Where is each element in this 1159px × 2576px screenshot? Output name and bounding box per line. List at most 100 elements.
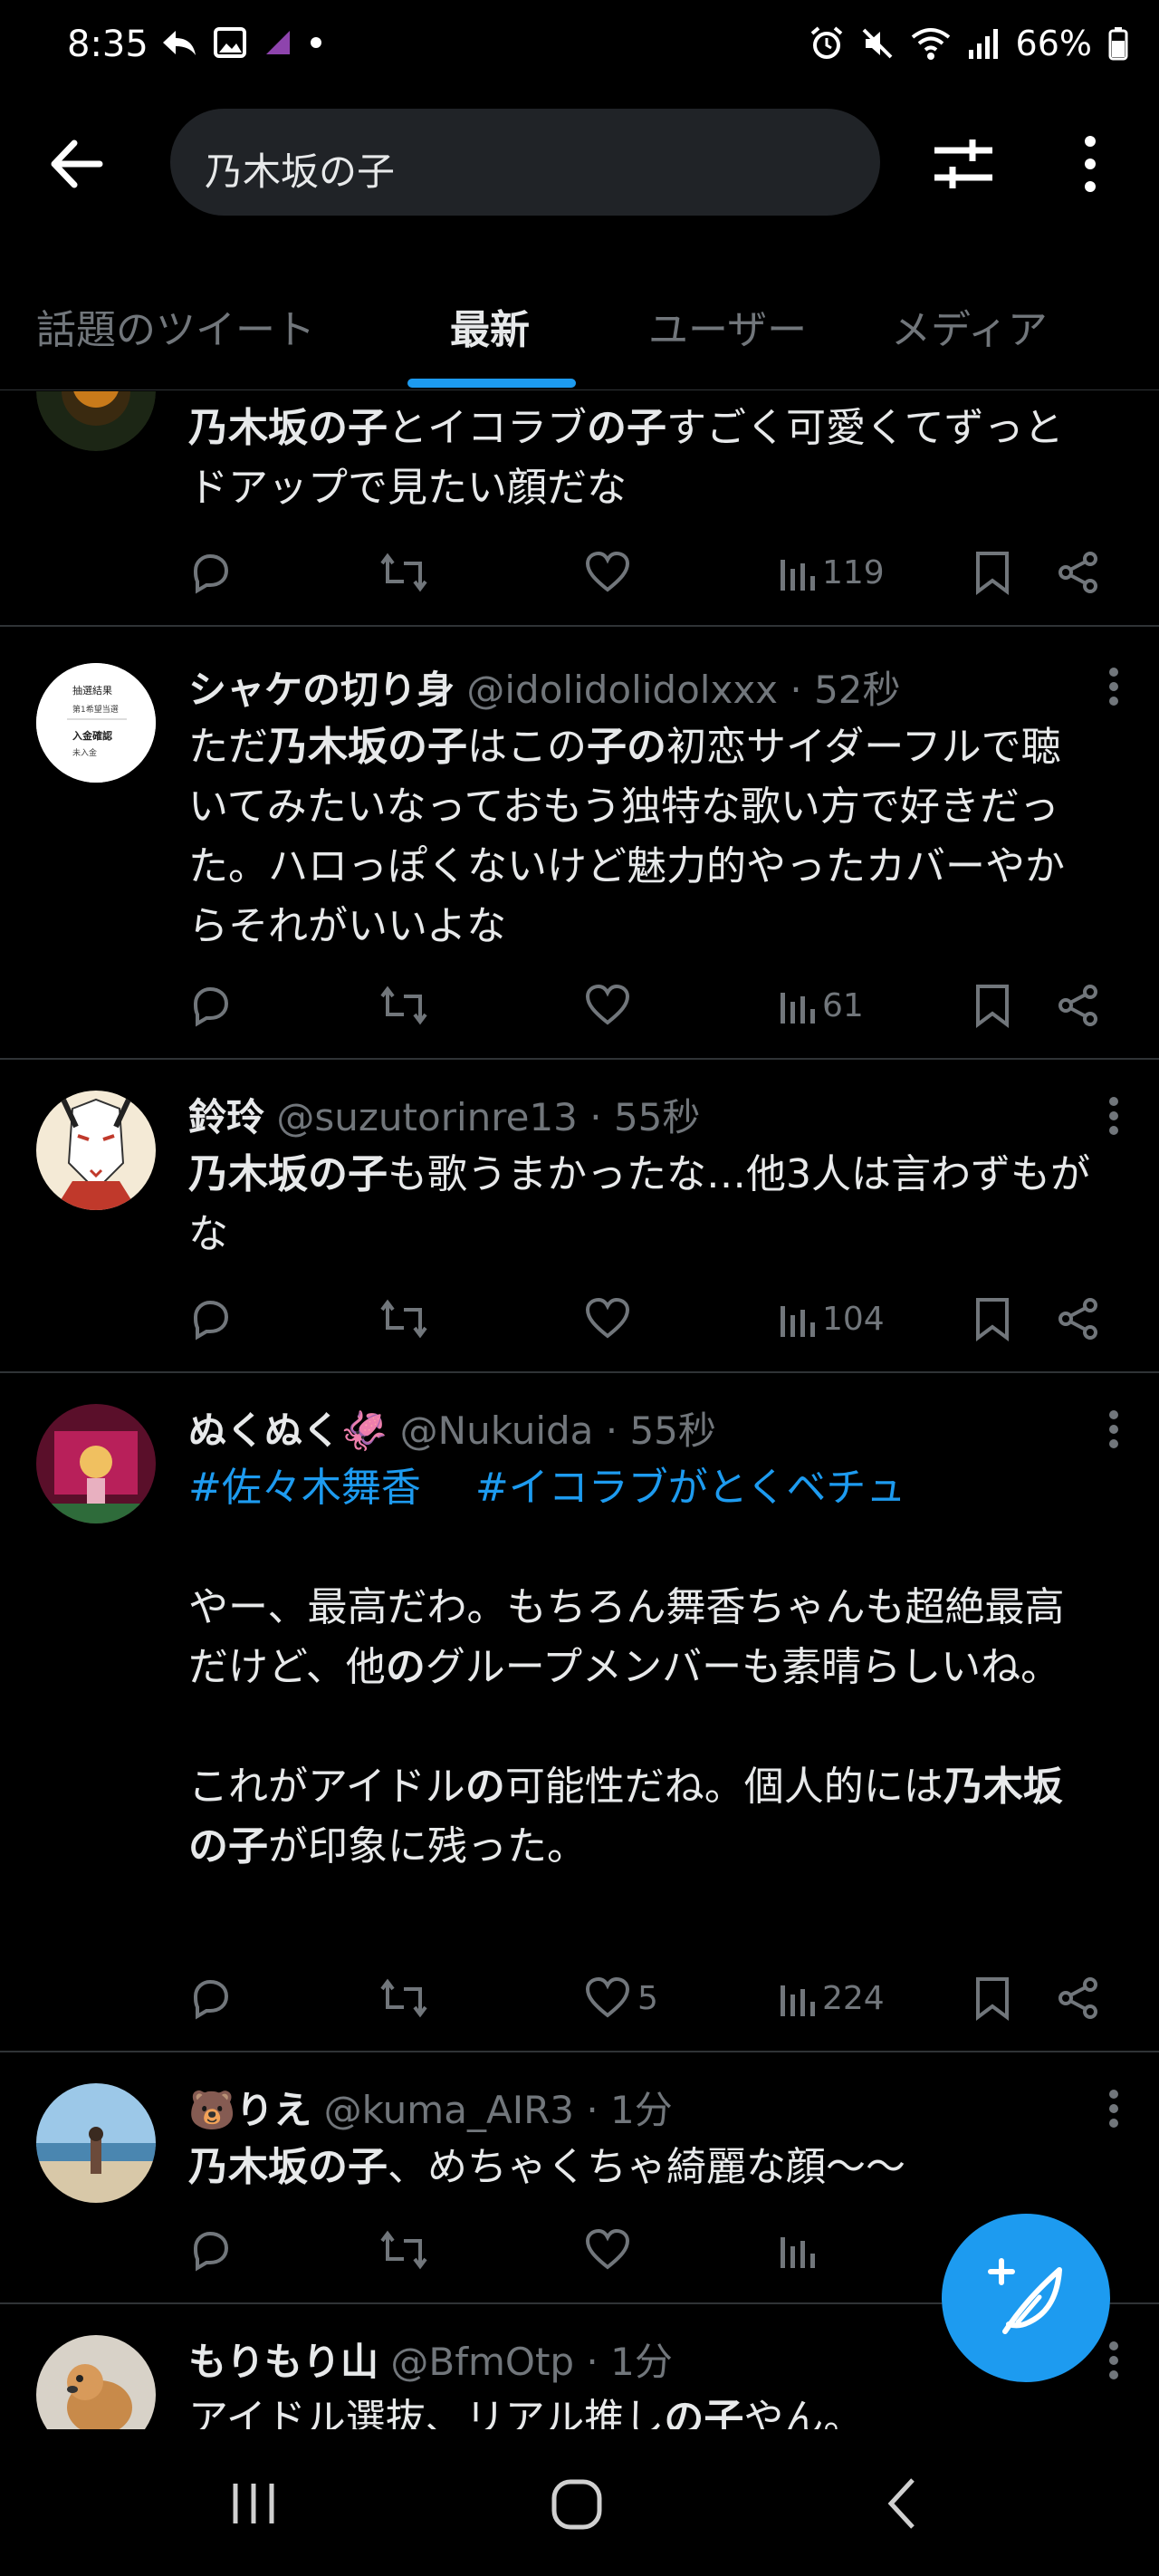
tweet[interactable]: ぬくぬく🦑 @Nukuida · 55秒 #佐々木舞香 #イコラブがとくベチュ や… bbox=[0, 1373, 1159, 2052]
bookmark-button[interactable] bbox=[974, 1971, 1011, 2025]
reply-button[interactable] bbox=[188, 1292, 232, 1346]
signal-icon bbox=[968, 29, 998, 59]
avatar[interactable]: 抽選結果 第1希望当選 入金確認 未入金 bbox=[36, 663, 156, 783]
share-icon bbox=[1058, 1977, 1097, 2019]
tweet[interactable]: 乃木坂の子とイコラブの子すごく可愛くてずっとドアップで見たい顔だな 119 bbox=[0, 391, 1159, 627]
status-time: 8:35 bbox=[67, 24, 148, 65]
tweet-actions: 119 bbox=[188, 545, 1112, 600]
bookmark-icon bbox=[976, 1298, 1009, 1341]
display-name[interactable]: シャケの切り身 bbox=[188, 668, 455, 712]
back-arrow-icon bbox=[51, 139, 103, 188]
like-button[interactable] bbox=[585, 545, 637, 600]
bookmark-button[interactable] bbox=[974, 1292, 1011, 1346]
back-button[interactable] bbox=[49, 132, 121, 196]
compose-tweet-button[interactable] bbox=[942, 2214, 1110, 2382]
reply-button[interactable] bbox=[188, 545, 232, 600]
search-filter-button[interactable] bbox=[929, 132, 998, 196]
retweet-icon bbox=[380, 553, 427, 592]
tweet-more-icon[interactable] bbox=[1108, 667, 1119, 706]
tweet-more-icon[interactable] bbox=[1108, 2089, 1119, 2129]
tweet-header: 鈴玲 @suzutorinre13 · 55秒 bbox=[188, 1087, 700, 1142]
more-options-button[interactable] bbox=[1072, 132, 1108, 196]
bookmark-button[interactable] bbox=[974, 978, 1011, 1033]
wifi-icon bbox=[911, 28, 950, 60]
recents-icon[interactable] bbox=[230, 2480, 277, 2527]
bookmark-button[interactable] bbox=[974, 545, 1011, 600]
tweet[interactable]: 鈴玲 @suzutorinre13 · 55秒 乃木坂の子も歌うまかったな…他3… bbox=[0, 1060, 1159, 1373]
tab-top[interactable]: 話題のツイート bbox=[36, 297, 315, 355]
reply-button[interactable] bbox=[188, 978, 232, 1033]
retweet-icon bbox=[380, 2230, 427, 2270]
like-count: 5 bbox=[637, 1979, 658, 2017]
heart-icon bbox=[585, 552, 630, 592]
display-name[interactable]: ぬくぬく🦑 bbox=[188, 1408, 388, 1453]
heart-icon bbox=[585, 1977, 630, 2018]
reply-button[interactable] bbox=[188, 1971, 232, 2025]
views-button[interactable] bbox=[779, 2223, 822, 2277]
bookmark-icon bbox=[976, 985, 1009, 1028]
hashtag-link[interactable]: #イコラブがとくベチュ bbox=[475, 1465, 906, 1511]
heart-icon bbox=[585, 1298, 630, 1339]
tweet-actions: 61 bbox=[188, 978, 1112, 1033]
heart-icon bbox=[585, 985, 630, 1025]
tab-latest[interactable]: 最新 bbox=[450, 297, 530, 355]
share-button[interactable] bbox=[1058, 1292, 1099, 1346]
status-bar: 8:35 66% bbox=[0, 0, 1159, 100]
search-input[interactable]: 乃木坂の子 bbox=[170, 109, 880, 216]
back-nav-icon[interactable] bbox=[884, 2476, 920, 2531]
display-name[interactable]: 鈴玲 bbox=[188, 1095, 264, 1139]
avatar[interactable] bbox=[36, 2335, 156, 2429]
share-button[interactable] bbox=[1058, 545, 1099, 600]
tab-media[interactable]: メディア bbox=[891, 297, 1048, 355]
like-button[interactable] bbox=[585, 2223, 637, 2277]
tweet-text: ただ乃木坂の子はこの子の初恋サイダーフルで聴いてみたいなっておもう独特な歌い方で… bbox=[188, 724, 1065, 949]
alarm-icon bbox=[810, 26, 842, 59]
like-button[interactable] bbox=[585, 978, 637, 1033]
views-button[interactable]: 119 bbox=[779, 545, 885, 600]
display-name[interactable]: もりもり山 bbox=[188, 2340, 378, 2384]
sliders-icon bbox=[934, 139, 992, 188]
tweet-text: 乃木坂の子、めちゃくちゃ綺麗な顔〜〜 bbox=[188, 2144, 905, 2190]
home-icon[interactable] bbox=[551, 2478, 603, 2531]
tweet-header: ぬくぬく🦑 @Nukuida · 55秒 bbox=[188, 1400, 716, 1456]
reply-bubble-icon bbox=[193, 1300, 229, 1341]
tweet-more-icon[interactable] bbox=[1108, 1096, 1119, 1136]
compose-feather-icon bbox=[988, 2258, 1062, 2334]
views-button[interactable]: 224 bbox=[779, 1971, 885, 2025]
avatar[interactable] bbox=[36, 1404, 156, 1523]
share-button[interactable] bbox=[1058, 1971, 1099, 2025]
views-button[interactable]: 61 bbox=[779, 978, 864, 1033]
retweet-button[interactable] bbox=[378, 545, 429, 600]
avatar[interactable] bbox=[36, 2083, 156, 2203]
tweet[interactable]: 抽選結果 第1希望当選 入金確認 未入金 シャケの切り身 @idolidolid… bbox=[0, 627, 1159, 1060]
hashtag-link[interactable]: #佐々木舞香 bbox=[188, 1465, 421, 1511]
search-header: 乃木坂の子 bbox=[0, 100, 1159, 226]
like-button[interactable]: 5 bbox=[585, 1971, 658, 2025]
tweet-feed[interactable]: 乃木坂の子とイコラブの子すごく可愛くてずっとドアップで見たい顔だな 119 抽選… bbox=[0, 391, 1159, 2429]
views-chart-icon bbox=[781, 2237, 815, 2268]
tweet-text: 乃木坂の子とイコラブの子すごく可愛くてずっとドアップで見たい顔だな bbox=[188, 405, 1064, 511]
avatar-text-3: 入金確認 bbox=[72, 729, 112, 742]
reply-button[interactable] bbox=[188, 2223, 232, 2277]
retweet-icon bbox=[380, 1978, 427, 2018]
tab-people[interactable]: ユーザー bbox=[648, 297, 807, 355]
tweet-more-icon[interactable] bbox=[1108, 1409, 1119, 1449]
avatar[interactable] bbox=[36, 391, 156, 451]
retweet-button[interactable] bbox=[378, 978, 429, 1033]
tweet-text: アイドル選抜、リアル推しの子やん。 bbox=[188, 2396, 864, 2429]
handle-and-time: @idolidolidolxxx · 52秒 bbox=[466, 668, 901, 712]
avatar[interactable] bbox=[36, 1091, 156, 1210]
handle-and-time: @kuma_AIR3 · 1分 bbox=[323, 2088, 673, 2132]
retweet-button[interactable] bbox=[378, 2223, 429, 2277]
share-button[interactable] bbox=[1058, 978, 1099, 1033]
retweet-button[interactable] bbox=[378, 1971, 429, 2025]
avatar-text-1: 抽選結果 bbox=[72, 684, 112, 697]
views-chart-icon bbox=[781, 993, 815, 1024]
views-chart-icon bbox=[781, 1985, 815, 2016]
tweet-actions: 104 bbox=[188, 1292, 1112, 1346]
display-name[interactable]: 🐻りえ bbox=[188, 2088, 311, 2132]
views-button[interactable]: 104 bbox=[779, 1292, 885, 1346]
retweet-button[interactable] bbox=[378, 1292, 429, 1346]
like-button[interactable] bbox=[585, 1292, 637, 1346]
mute-icon bbox=[862, 28, 892, 59]
